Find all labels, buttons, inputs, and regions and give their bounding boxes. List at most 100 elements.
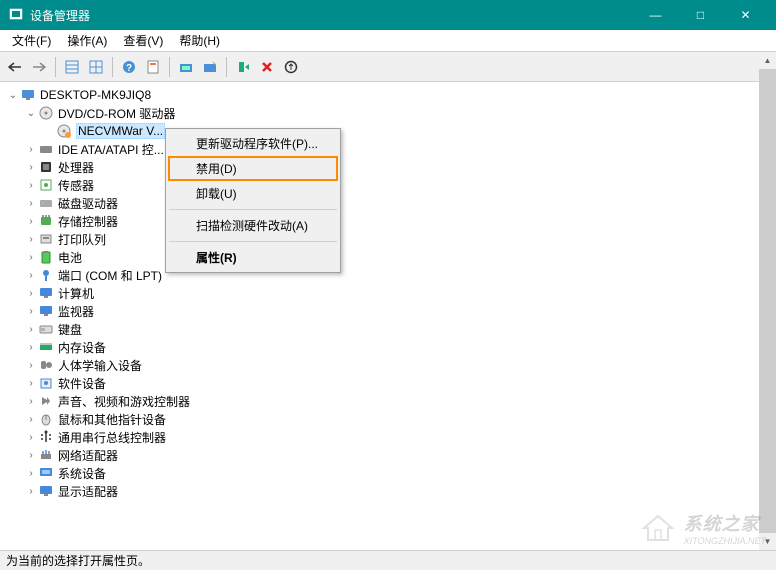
ctx-uninstall[interactable]: 卸载(U) [168,181,338,206]
computer-icon [38,285,54,301]
ctx-scan-hardware[interactable]: 扫描检测硬件改动(A) [168,213,338,238]
printer-icon [38,231,54,247]
tree-category-label: IDE ATA/ATAPI 控... [58,141,164,158]
enable-button[interactable] [232,56,254,78]
ctx-update-driver[interactable]: 更新驱动程序软件(P)... [168,131,338,156]
tree-category-label: 键盘 [58,321,82,338]
tree-category-label: 监视器 [58,303,94,320]
menu-help[interactable]: 帮助(H) [171,30,228,51]
chevron-right-icon[interactable]: › [24,268,38,282]
tree-category-battery[interactable]: ›电池 [2,248,774,266]
chevron-right-icon[interactable]: › [24,286,38,300]
tree-category-mouse[interactable]: › 鼠标和其他指针设备 [2,410,774,428]
uninstall-button[interactable] [256,56,278,78]
tree-category-system[interactable]: ›系统设备 [2,464,774,482]
window-title: 设备管理器 [30,7,633,24]
chevron-right-icon[interactable]: › [24,394,38,408]
sensor-icon [38,177,54,193]
back-button[interactable] [4,56,26,78]
chevron-right-icon[interactable]: › [24,142,38,156]
scroll-up-arrow[interactable]: ▲ [759,52,776,69]
chevron-right-icon[interactable]: › [24,358,38,372]
tree-root-label: DESKTOP-MK9JIQ8 [40,88,151,102]
tree-category-network[interactable]: ›网络适配器 [2,446,774,464]
disc-icon [56,123,72,139]
chevron-right-icon[interactable]: › [24,340,38,354]
device-tree[interactable]: ⌄ DESKTOP-MK9JIQ8 ⌄ DVD/CD-ROM 驱动器 NECVM… [0,82,776,571]
tree-category-memory[interactable]: › 内存设备 [2,338,774,356]
chevron-right-icon[interactable]: › [24,214,38,228]
tree-category-software[interactable]: ›软件设备 [2,374,774,392]
menu-view[interactable]: 查看(V) [115,30,171,51]
forward-button[interactable] [28,56,50,78]
chevron-right-icon[interactable]: › [24,250,38,264]
chevron-right-icon[interactable]: › [24,322,38,336]
chevron-right-icon[interactable]: › [24,160,38,174]
tree-category-dvd[interactable]: ⌄ DVD/CD-ROM 驱动器 [2,104,774,122]
chevron-right-icon[interactable]: › [24,484,38,498]
tree-category-hid[interactable]: › 人体学输入设备 [2,356,774,374]
tree-category-label: 人体学输入设备 [58,357,142,374]
scan-button[interactable] [199,56,221,78]
properties-button[interactable] [142,56,164,78]
tree-category-ide[interactable]: › IDE ATA/ATAPI 控... [2,140,774,158]
vertical-scrollbar[interactable]: ▲ ▼ [759,52,776,550]
help-button[interactable]: ? [118,56,140,78]
title-bar: 设备管理器 — □ ✕ [0,0,776,30]
scroll-thumb[interactable] [759,69,776,533]
tree-category-label: 通用串行总线控制器 [58,429,166,446]
disable-button[interactable] [280,56,302,78]
tree-category-label: 显示适配器 [58,483,118,500]
menu-file[interactable]: 文件(F) [4,30,59,51]
menu-action[interactable]: 操作(A) [59,30,115,51]
view-button-1[interactable] [61,56,83,78]
tree-category-label: 传感器 [58,177,94,194]
chevron-down-icon[interactable]: ⌄ [6,88,20,102]
computer-icon [20,87,36,103]
tree-category-port[interactable]: › 端口 (COM 和 LPT) [2,266,774,284]
tree-category-disk[interactable]: ›磁盘驱动器 [2,194,774,212]
tree-category-printer[interactable]: ›打印队列 [2,230,774,248]
chevron-right-icon[interactable]: › [24,178,38,192]
display-icon [38,483,54,499]
tree-root[interactable]: ⌄ DESKTOP-MK9JIQ8 [2,86,774,104]
scroll-down-arrow[interactable]: ▼ [759,533,776,550]
cpu-icon [38,159,54,175]
chevron-right-icon[interactable]: › [24,304,38,318]
chevron-right-icon[interactable]: › [24,430,38,444]
close-button[interactable]: ✕ [723,0,768,30]
tree-category-storage[interactable]: ›存储控制器 [2,212,774,230]
chevron-right-icon[interactable]: › [24,412,38,426]
tree-category-computer[interactable]: ›计算机 [2,284,774,302]
chevron-right-icon[interactable]: › [24,196,38,210]
tree-device-dvd[interactable]: NECVMWar V... [2,122,774,140]
tree-category-label: 内存设备 [58,339,106,356]
tree-category-audio[interactable]: ›声音、视频和游戏控制器 [2,392,774,410]
status-text: 为当前的选择打开属性页。 [6,552,150,569]
disk-icon [38,195,54,211]
minimize-button[interactable]: — [633,0,678,30]
chevron-right-icon[interactable]: › [24,232,38,246]
view-button-2[interactable] [85,56,107,78]
tree-category-usb[interactable]: › 通用串行总线控制器 [2,428,774,446]
tree-category-keyboard[interactable]: › 键盘 [2,320,774,338]
software-icon [38,375,54,391]
tree-category-label: 鼠标和其他指针设备 [58,411,166,428]
tree-category-display[interactable]: › 显示适配器 [2,482,774,500]
maximize-button[interactable]: □ [678,0,723,30]
tree-category-monitor[interactable]: › 监视器 [2,302,774,320]
system-icon [38,465,54,481]
ctx-properties[interactable]: 属性(R) [168,245,338,270]
tree-category-sensor[interactable]: › 传感器 [2,176,774,194]
port-icon [38,267,54,283]
update-driver-button[interactable] [175,56,197,78]
tree-category-cpu[interactable]: › 处理器 [2,158,774,176]
chevron-right-icon[interactable]: › [24,466,38,480]
tree-category-label: 处理器 [58,159,94,176]
memory-icon [38,339,54,355]
chevron-right-icon[interactable]: › [24,376,38,390]
chevron-down-icon[interactable]: ⌄ [24,106,38,120]
chevron-right-icon[interactable]: › [24,448,38,462]
ctx-disable[interactable]: 禁用(D) [168,156,338,181]
tree-category-label: 端口 (COM 和 LPT) [58,267,162,284]
